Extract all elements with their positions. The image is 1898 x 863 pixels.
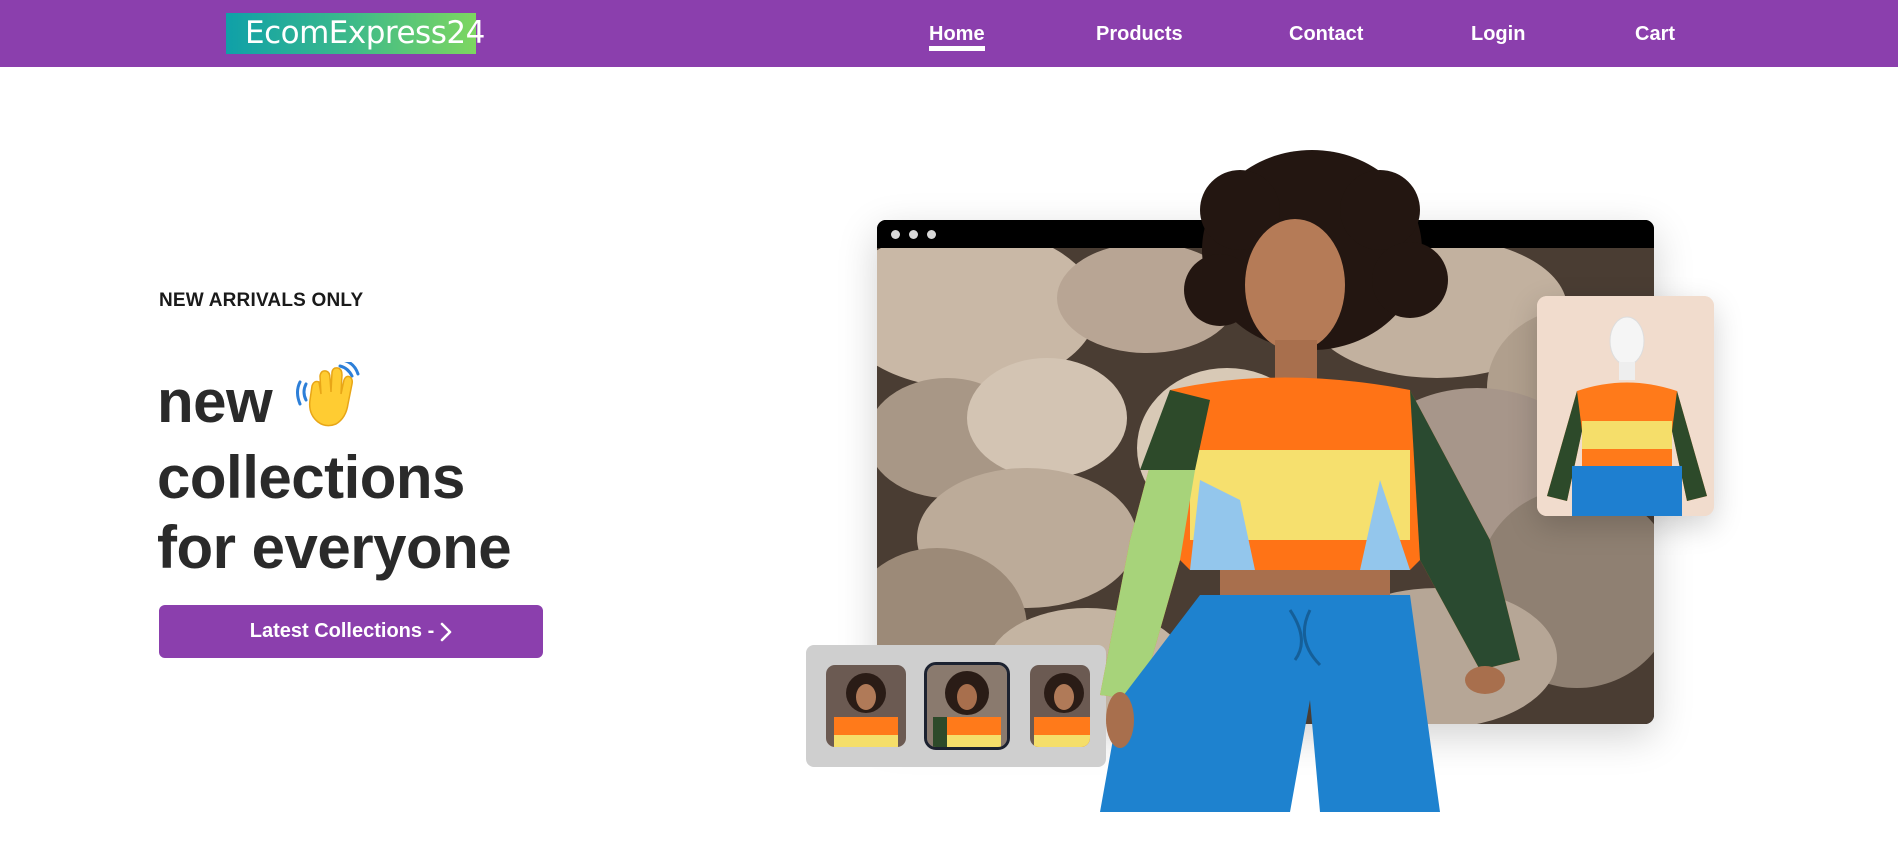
thumbnail-tray xyxy=(806,645,1106,767)
brand-logo[interactable]: EcomExpress24 xyxy=(226,13,485,54)
hero-eyebrow: NEW ARRIVALS ONLY xyxy=(159,290,364,311)
headline-line-3: for everyone xyxy=(157,514,512,581)
hero-headline: new collections for everyone xyxy=(157,358,512,583)
top-navbar: EcomExpress24 Home Products Contact Logi… xyxy=(0,0,1898,67)
waving-hand-icon xyxy=(296,358,362,443)
nav-contact-link[interactable]: Contact xyxy=(1289,22,1363,46)
mannequin-product-card[interactable] xyxy=(1537,296,1714,516)
window-dot-icon xyxy=(927,230,936,239)
window-dot-icon xyxy=(891,230,900,239)
nav-products-link[interactable]: Products xyxy=(1096,22,1183,46)
latest-collections-button[interactable]: Latest Collections - xyxy=(159,605,543,658)
hero-model-image xyxy=(1100,150,1520,812)
nav-login-link[interactable]: Login xyxy=(1471,22,1525,46)
product-thumbnail-selected[interactable] xyxy=(924,662,1010,750)
headline-word-new: new xyxy=(157,368,273,435)
nav-cart-link[interactable]: Cart xyxy=(1635,22,1675,46)
headline-line-1: new xyxy=(157,358,511,443)
window-dot-icon xyxy=(909,230,918,239)
headline-line-2: collections xyxy=(157,444,465,511)
product-thumbnail[interactable] xyxy=(826,665,906,747)
nav-home-link[interactable]: Home xyxy=(929,22,985,51)
cta-label: Latest Collections - xyxy=(249,620,435,642)
chevron-right-icon xyxy=(440,622,452,642)
